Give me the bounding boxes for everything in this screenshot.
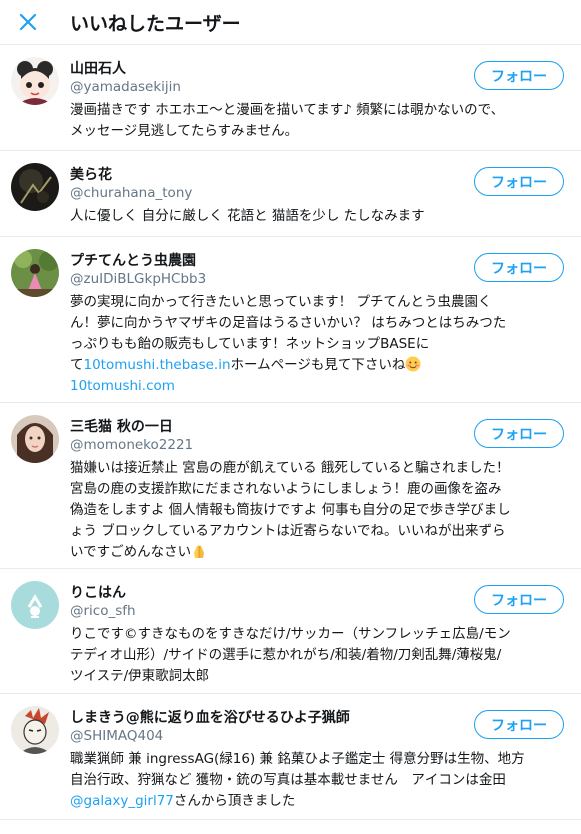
user-name[interactable]: しまきう@熊に返り血を浴びせるひよ子猟師 [70,707,350,727]
follow-button[interactable]: フォロー [474,585,564,614]
follow-button[interactable]: フォロー [474,167,564,196]
user-cell[interactable]: 美ら花 @churahana_tony 人に優しく 自分に厳しく 花語と 猫語を… [0,151,581,237]
user-name[interactable]: 美ら花 [70,164,112,184]
page-title: いいねしたユーザー [70,13,241,35]
user-bio: 猫嫌いは接近禁止 宮島の鹿が飢えている 餓死していると騙されました！ 宮島の鹿の… [70,458,564,563]
user-handle[interactable]: @churahana_tony [70,185,192,201]
close-button[interactable] [14,8,42,36]
user-bio: 漫画描きです ホエホエ〜と漫画を描いてます♪ 頻繁には覗かないので、 メッセージ… [70,100,564,142]
user-bio: 夢の実現に向かって行きたいと思っています！ プチてんとう虫農園く ん！夢に向かう… [70,292,564,397]
bio-link[interactable]: 10tomushi.com [70,376,564,397]
bio-line: 人に優しく 自分に厳しく 花語と 猫語を少し たしなみます [70,208,425,224]
user-cell[interactable]: 三毛猫 秋の一日 @momoneko2221 猫嫌いは接近禁止 宮島の鹿が飢えて… [0,403,581,569]
follow-button[interactable]: フォロー [474,253,564,282]
bio-line: 夢の実現に向かって行きたいと思っています！ プチてんとう虫農園く [70,294,492,310]
bio-line: 漫画描きです ホエホエ〜と漫画を描いてます♪ 頻繁には覗かないので、 [70,102,505,118]
smiling-face-emoji-icon [405,356,421,372]
avatar[interactable] [11,249,59,297]
user-handle[interactable]: @zuIDiBLGkpHCbb3 [70,271,206,287]
follow-button[interactable]: フォロー [474,61,564,90]
bio-line: ょう ブロックしているアカウントは近寄らないでね。いいねが出来ずら [70,523,506,539]
user-name[interactable]: プチてんとう虫農園 [70,250,196,270]
avatar[interactable] [11,581,59,629]
dialog-header: いいねしたユーザー [0,0,581,44]
bio-line: ツイステ/伊東歌詞太郎 [70,668,210,684]
bio-line: っぷりもも飴の販売もしています！ネットショップBASEに [70,336,430,352]
bio-line: 宮島の鹿の支援詐欺にだまされないようにしましょう！鹿の画像を盗み [70,481,502,497]
user-bio: 職業猟師 兼 ingressAG(緑16) 兼 銘菓ひよ子鑑定士 得意分野は生物… [70,749,564,812]
close-icon [19,13,37,31]
bio-mention-link[interactable]: @galaxy_girl77 [70,793,174,809]
user-cell[interactable]: りこはん @rico_sfh りこです©すきなものをすきなだけ/サッカー（サンフ… [0,569,581,694]
bio-text: て [70,357,84,373]
bio-line: 猫嫌いは接近禁止 宮島の鹿が飢えている 餓死していると騙されました！ [70,460,510,476]
user-handle[interactable]: @rico_sfh [70,603,136,619]
bio-line: ん！夢に向かうヤマザキの足音はうるさいかい？ はちみつとはちみつた [70,315,507,331]
bio-line: メッセージ見逃してたらすみません。 [70,123,299,139]
bio-text: ホームページも見て下さいね [230,357,406,373]
bio-line: いですごめんなさい [70,542,564,563]
folded-hands-emoji-icon [194,545,205,558]
user-name[interactable]: 山田石人 [70,58,126,78]
bio-line: 職業猟師 兼 ingressAG(緑16) 兼 銘菓ひよ子鑑定士 得意分野は生物… [70,751,525,767]
user-bio: 人に優しく 自分に厳しく 花語と 猫語を少し たしなみます [70,206,564,227]
bio-line: 自治行政、狩猟など 獲物・銃の写真は基本載せません アイコンは金田 [70,772,506,788]
user-handle[interactable]: @SHIMAQ404 [70,728,163,744]
bio-line: て10tomushi.thebase.inホームページも見て下さいね [70,355,564,376]
user-name[interactable]: 三毛猫 秋の一日 [70,416,173,436]
user-handle[interactable]: @yamadasekijin [70,79,181,95]
user-cell[interactable]: しまきう@熊に返り血を浴びせるひよ子猟師 @SHIMAQ404 職業猟師 兼 i… [0,694,581,820]
bio-line: @galaxy_girl77さんから頂きました [70,791,564,812]
user-cell[interactable]: 山田石人 @yamadasekijin 漫画描きです ホエホエ〜と漫画を描いてま… [0,45,581,151]
bio-line: テディオ山形）/サイドの選手に惹かれがち/和装/着物/刀剣乱舞/薄桜鬼/ [70,647,502,663]
avatar[interactable] [11,57,59,105]
bio-text: いですごめんなさい [70,544,192,560]
bio-link[interactable]: 10tomushi.thebase.in [84,357,231,373]
follow-button[interactable]: フォロー [474,419,564,448]
follow-button[interactable]: フォロー [474,710,564,739]
user-handle[interactable]: @momoneko2221 [70,437,193,453]
liked-by-user-list: 山田石人 @yamadasekijin 漫画描きです ホエホエ〜と漫画を描いてま… [0,44,581,820]
avatar[interactable] [11,415,59,463]
bio-line: りこです©すきなものをすきなだけ/サッカー（サンフレッチェ広島/モン [70,626,511,642]
user-name[interactable]: りこはん [70,582,126,602]
avatar[interactable] [11,163,59,211]
bio-text: さんから頂きました [173,793,296,809]
user-cell[interactable]: プチてんとう虫農園 @zuIDiBLGkpHCbb3 夢の実現に向かって行きたい… [0,237,581,403]
avatar[interactable] [11,706,59,754]
bio-line: 偽造をしますよ 個人情報も筒抜けですよ 何事も自分の足で歩き学びまし [70,502,511,518]
user-bio: りこです©すきなものをすきなだけ/サッカー（サンフレッチェ広島/モン テディオ山… [70,624,564,687]
